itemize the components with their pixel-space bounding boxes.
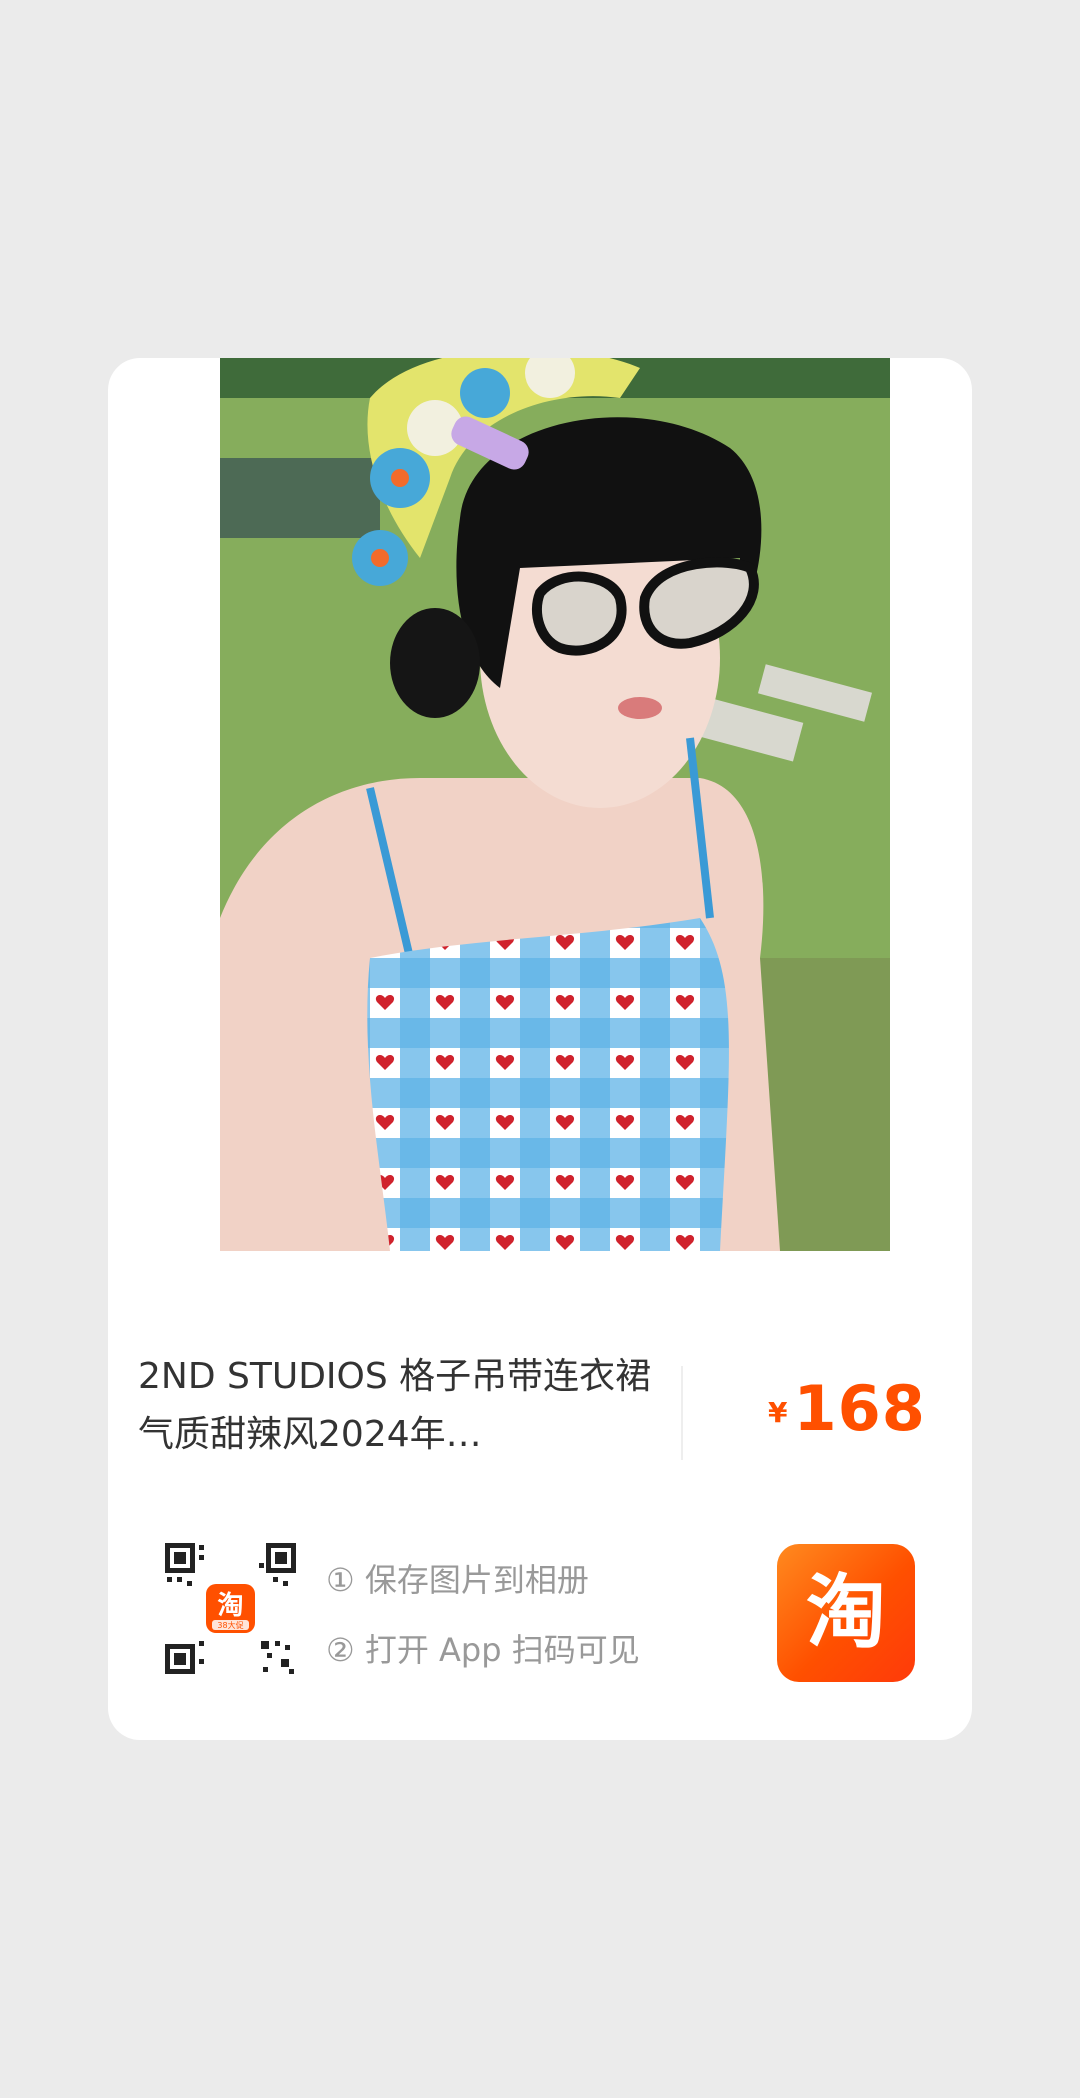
qr-center-sub: 38大促 [217,1620,243,1630]
taobao-app-icon[interactable]: 淘 [777,1544,915,1682]
title-price-divider [681,1366,683,1460]
qr-code-graphic: 淘 38大促 [165,1543,296,1674]
product-photo[interactable] [220,358,890,1251]
price-value: 168 [793,1372,926,1445]
instruction-save-image: ① 保存图片到相册 [326,1561,589,1599]
photo-illustration [220,358,890,1251]
instruction-open-app: ② 打开 App 扫码可见 [326,1631,640,1669]
product-price: ¥168 [768,1372,926,1445]
currency-symbol: ¥ [768,1396,788,1429]
qr-center-logo: 淘 [217,1591,243,1621]
qr-code[interactable]: 淘 38大促 [163,1541,298,1676]
product-title[interactable]: 2ND STUDIOS 格子吊带连衣裙气质甜辣风2024年… [138,1348,658,1464]
share-card: 2ND STUDIOS 格子吊带连衣裙气质甜辣风2024年… ¥168 淘 38… [108,358,972,1740]
